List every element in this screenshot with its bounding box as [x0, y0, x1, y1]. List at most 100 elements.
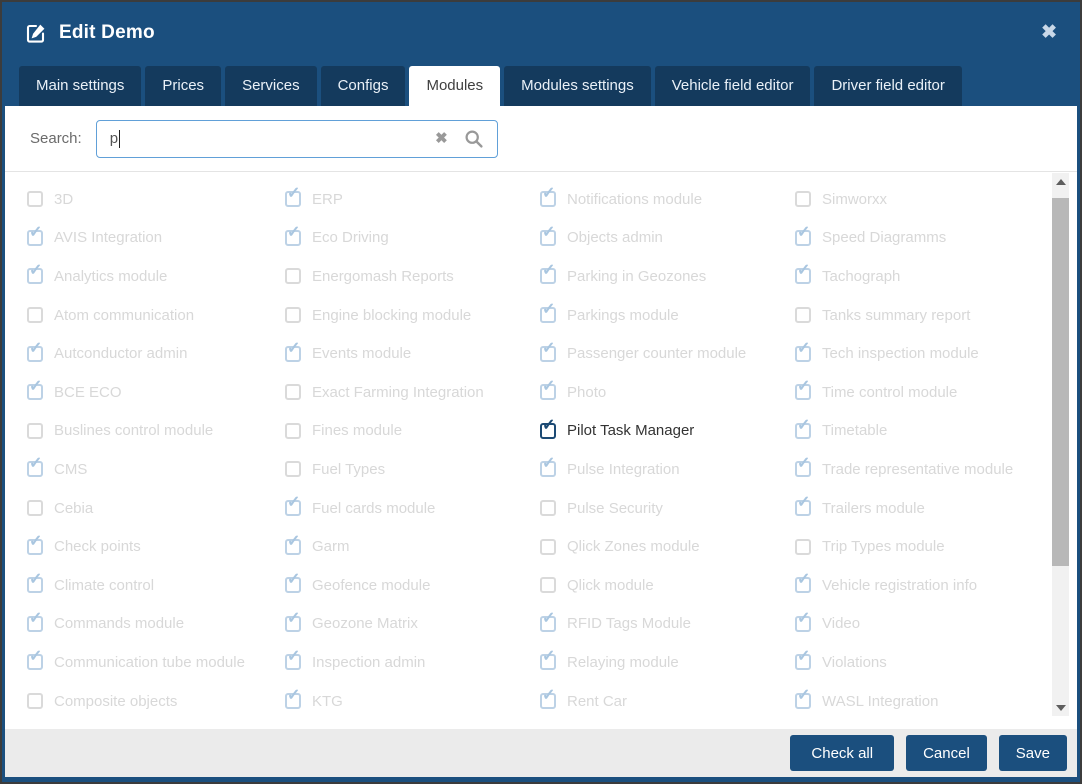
checkbox-checked-icon[interactable]: ✓ [795, 346, 811, 362]
module-item-avis-integration[interactable]: ✓AVIS Integration [27, 219, 285, 258]
checkbox-checked-icon[interactable]: ✓ [540, 384, 556, 400]
checkbox-checked-icon[interactable]: ✓ [27, 539, 43, 555]
checkbox-unchecked-icon[interactable] [285, 461, 301, 477]
module-item-rfid-tags-module[interactable]: ✓RFID Tags Module [540, 605, 795, 644]
close-icon[interactable]: ✖ [1041, 23, 1057, 42]
checkbox-unchecked-icon[interactable] [285, 307, 301, 323]
tab-modules[interactable]: Modules [409, 66, 500, 106]
module-item-pulse-integration[interactable]: ✓Pulse Integration [540, 450, 795, 489]
checkbox-checked-icon[interactable]: ✓ [540, 693, 556, 709]
checkbox-unchecked-icon[interactable] [795, 539, 811, 555]
module-item-vehicle-registration-info[interactable]: ✓Vehicle registration info [795, 566, 1043, 605]
checkbox-unchecked-icon[interactable] [27, 693, 43, 709]
checkbox-checked-icon[interactable]: ✓ [540, 307, 556, 323]
checkbox-checked-icon[interactable]: ✓ [27, 346, 43, 362]
tab-vehicle-field-editor[interactable]: Vehicle field editor [655, 66, 811, 106]
checkbox-unchecked-icon[interactable] [27, 423, 43, 439]
checkbox-checked-icon[interactable]: ✓ [27, 616, 43, 632]
module-item-parkings-module[interactable]: ✓Parkings module [540, 296, 795, 335]
module-item-erp[interactable]: ✓ERP [285, 180, 540, 219]
tab-services[interactable]: Services [225, 66, 317, 106]
tab-main-settings[interactable]: Main settings [19, 66, 141, 106]
module-item-relaying-module[interactable]: ✓Relaying module [540, 643, 795, 682]
module-item-communication-tube-module[interactable]: ✓Communication tube module [27, 643, 285, 682]
module-item-photo[interactable]: ✓Photo [540, 373, 795, 412]
tab-configs[interactable]: Configs [321, 66, 406, 106]
checkbox-checked-icon[interactable]: ✓ [795, 616, 811, 632]
checkbox-checked-icon[interactable]: ✓ [27, 461, 43, 477]
checkbox-checked-icon[interactable]: ✓ [540, 461, 556, 477]
checkbox-checked-icon[interactable]: ✓ [795, 500, 811, 516]
module-item-timetable[interactable]: ✓Timetable [795, 412, 1043, 451]
checkbox-unchecked-icon[interactable] [27, 307, 43, 323]
module-item-objects-admin[interactable]: ✓Objects admin [540, 219, 795, 258]
checkbox-checked-icon[interactable]: ✓ [285, 539, 301, 555]
checkbox-checked-icon[interactable]: ✓ [27, 384, 43, 400]
check-all-button[interactable]: Check all [790, 735, 894, 771]
checkbox-checked-icon[interactable]: ✓ [795, 230, 811, 246]
checkbox-checked-icon[interactable]: ✓ [540, 346, 556, 362]
checkbox-unchecked-icon[interactable] [795, 191, 811, 207]
checkbox-checked-icon[interactable]: ✓ [27, 268, 43, 284]
module-item-fuel-types[interactable]: Fuel Types [285, 450, 540, 489]
checkbox-checked-icon[interactable]: ✓ [540, 654, 556, 670]
module-item-engine-blocking-module[interactable]: Engine blocking module [285, 296, 540, 335]
module-item-commands-module[interactable]: ✓Commands module [27, 605, 285, 644]
checkbox-checked-icon[interactable]: ✓ [27, 577, 43, 593]
checkbox-unchecked-icon[interactable] [27, 191, 43, 207]
checkbox-checked-icon[interactable]: ✓ [795, 461, 811, 477]
scrollbar-track[interactable] [1052, 190, 1069, 699]
module-item-violations[interactable]: ✓Violations [795, 643, 1043, 682]
checkbox-unchecked-icon[interactable] [285, 423, 301, 439]
module-item-wasl-integration[interactable]: ✓WASL Integration [795, 682, 1043, 721]
checkbox-checked-icon[interactable]: ✓ [285, 693, 301, 709]
checkbox-checked-icon[interactable]: ✓ [27, 230, 43, 246]
checkbox-checked-icon[interactable]: ✓ [285, 230, 301, 246]
module-item-passenger-counter-module[interactable]: ✓Passenger counter module [540, 334, 795, 373]
tab-prices[interactable]: Prices [145, 66, 221, 106]
cancel-button[interactable]: Cancel [906, 735, 987, 771]
tab-modules-settings[interactable]: Modules settings [504, 66, 651, 106]
checkbox-checked-icon[interactable]: ✓ [540, 268, 556, 284]
module-item-analytics-module[interactable]: ✓Analytics module [27, 257, 285, 296]
checkbox-checked-icon[interactable]: ✓ [285, 616, 301, 632]
module-item-trade-representative-module[interactable]: ✓Trade representative module [795, 450, 1043, 489]
scroll-down-button[interactable] [1052, 699, 1069, 716]
module-item-simworxx[interactable]: Simworxx [795, 180, 1043, 219]
scrollbar-thumb[interactable] [1052, 198, 1069, 566]
module-item-eco-driving[interactable]: ✓Eco Driving [285, 219, 540, 258]
module-item-geozone-matrix[interactable]: ✓Geozone Matrix [285, 605, 540, 644]
module-item-inspection-admin[interactable]: ✓Inspection admin [285, 643, 540, 682]
checkbox-checked-icon[interactable]: ✓ [285, 577, 301, 593]
module-item-rent-car[interactable]: ✓Rent Car [540, 682, 795, 721]
module-item-video[interactable]: ✓Video [795, 605, 1043, 644]
clear-search-icon[interactable]: ✖ [435, 131, 448, 146]
tab-driver-field-editor[interactable]: Driver field editor [814, 66, 961, 106]
module-item-autconductor-admin[interactable]: ✓Autconductor admin [27, 334, 285, 373]
module-item-composite-objects[interactable]: Composite objects [27, 682, 285, 721]
module-item-3d[interactable]: 3D [27, 180, 285, 219]
module-item-geofence-module[interactable]: ✓Geofence module [285, 566, 540, 605]
module-item-trailers-module[interactable]: ✓Trailers module [795, 489, 1043, 528]
module-item-tachograph[interactable]: ✓Tachograph [795, 257, 1043, 296]
module-item-bce-eco[interactable]: ✓BCE ECO [27, 373, 285, 412]
checkbox-checked-icon[interactable]: ✓ [540, 423, 556, 439]
checkbox-checked-icon[interactable]: ✓ [285, 191, 301, 207]
module-item-pilot-task-manager[interactable]: ✓Pilot Task Manager [540, 412, 795, 451]
module-item-ktg[interactable]: ✓KTG [285, 682, 540, 721]
module-item-trip-types-module[interactable]: Trip Types module [795, 527, 1043, 566]
module-item-qlick-module[interactable]: Qlick module [540, 566, 795, 605]
search-icon[interactable] [464, 129, 484, 149]
checkbox-unchecked-icon[interactable] [540, 577, 556, 593]
module-item-check-points[interactable]: ✓Check points [27, 527, 285, 566]
module-item-garm[interactable]: ✓Garm [285, 527, 540, 566]
module-item-climate-control[interactable]: ✓Climate control [27, 566, 285, 605]
checkbox-checked-icon[interactable]: ✓ [795, 268, 811, 284]
module-item-cebia[interactable]: Cebia [27, 489, 285, 528]
module-item-energomash-reports[interactable]: Energomash Reports [285, 257, 540, 296]
checkbox-unchecked-icon[interactable] [795, 307, 811, 323]
checkbox-unchecked-icon[interactable] [540, 539, 556, 555]
module-item-atom-communication[interactable]: Atom communication [27, 296, 285, 335]
module-item-notifications-module[interactable]: ✓Notifications module [540, 180, 795, 219]
vertical-scrollbar[interactable] [1052, 173, 1069, 716]
